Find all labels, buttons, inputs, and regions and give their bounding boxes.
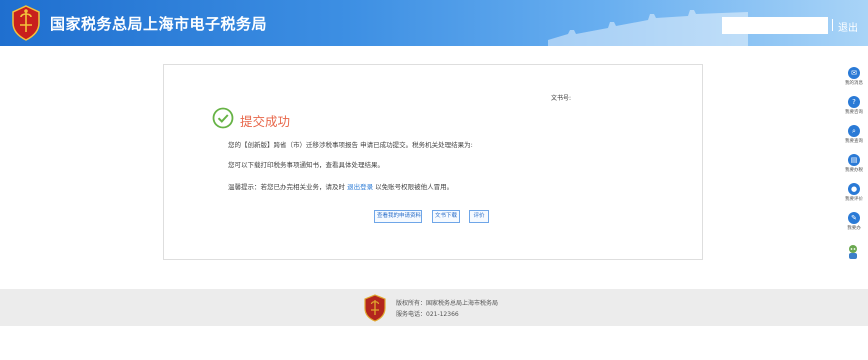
site-title: 国家税务总局上海市电子税务局 [50, 15, 268, 33]
result-message: 您的【创新版】跨省（市）迁移涉税事项报告 申请已成功提交。税务机关处理结果为: [228, 141, 473, 149]
message-icon: ✉ [848, 67, 860, 79]
footer-emblem-logo [364, 294, 386, 322]
rate-button[interactable]: 评价 [469, 210, 489, 223]
search-icon: ⌕ [848, 125, 860, 137]
sidebar-item-edit[interactable]: ✎ 我要办 [843, 212, 865, 231]
footer-copyright: 版权所有：国家税务总局上海市税务局 [396, 300, 499, 307]
user-name-box [722, 17, 828, 34]
logout-inline-link[interactable]: 退出登录 [347, 183, 373, 191]
download-hint: 您可以下载打印税务事项通知书，查看具体处理结果。 [228, 161, 384, 169]
success-title: 提交成功 [240, 114, 291, 129]
document-download-button[interactable]: 文书下载 [432, 210, 460, 223]
reminder-prefix: 温馨提示：若您已办完相关业务，请及时 [228, 183, 345, 191]
consult-icon: ? [848, 96, 860, 108]
sidebar-item-tax[interactable]: ▤ 我要办税 [843, 154, 865, 173]
logout-link[interactable]: 退出 [838, 19, 858, 34]
sidebar-item-consult[interactable]: ? 我要咨询 [843, 96, 865, 115]
top-header: 国家税务总局上海市电子税务局 退出 [0, 0, 868, 46]
rate-icon: ● [848, 183, 860, 195]
page-footer: 版权所有：国家税务总局上海市税务局 服务电话：021-12366 [0, 289, 868, 326]
tax-icon: ▤ [848, 154, 860, 166]
document-number-label: 文书号: [551, 95, 572, 102]
great-wall-graphic [548, 10, 748, 46]
sidebar-item-search[interactable]: ⌕ 我要查询 [843, 125, 865, 144]
edit-icon: ✎ [848, 212, 860, 224]
view-application-button[interactable]: 查看我的申请资料 [374, 210, 422, 223]
assistant-robot-icon[interactable] [846, 244, 860, 260]
sidebar-item-rate[interactable]: ● 我要评价 [843, 183, 865, 202]
logout-reminder: 温馨提示：若您已办完相关业务，请及时 退出登录 以免账号权限被他人冒用。 [228, 181, 453, 191]
footer-hotline: 服务电话：021-12366 [396, 311, 459, 318]
reminder-suffix: 以免账号权限被他人冒用。 [375, 183, 454, 191]
sidebar-item-message[interactable]: ✉ 我的消息 [843, 67, 865, 86]
success-check-icon [212, 107, 234, 129]
tax-emblem-logo [12, 5, 40, 41]
header-divider [832, 19, 833, 31]
result-card: 文书号: 提交成功 您的【创新版】跨省（市）迁移涉税事项报告 申请已成功提交。税… [163, 64, 703, 260]
